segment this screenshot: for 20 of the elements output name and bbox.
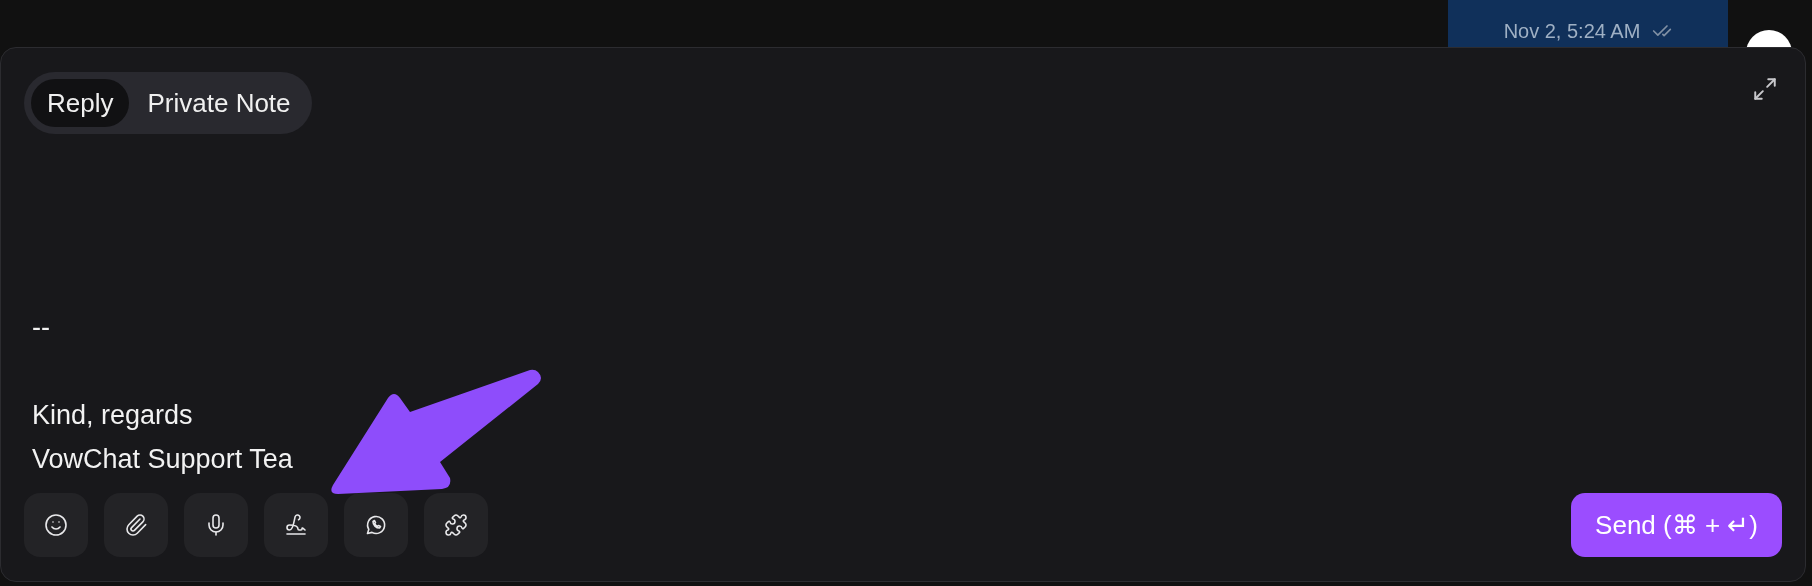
microphone-button[interactable] bbox=[184, 493, 248, 557]
whatsapp-button[interactable] bbox=[344, 493, 408, 557]
integrations-button[interactable] bbox=[424, 493, 488, 557]
signature-button[interactable] bbox=[264, 493, 328, 557]
editor-text-line: Kind, regards bbox=[31, 399, 194, 432]
editor-text-line: VowChat Support Tea bbox=[31, 443, 294, 476]
attach-button[interactable] bbox=[104, 493, 168, 557]
smile-icon bbox=[44, 513, 68, 537]
tab[interactable]: Private Note bbox=[133, 79, 305, 127]
message-time: Nov 2, 5:24 AM bbox=[1503, 19, 1641, 43]
signature-icon bbox=[284, 513, 308, 537]
paperclip-icon bbox=[124, 513, 148, 537]
editor-text-line: -- bbox=[31, 311, 51, 344]
chat-phone-icon bbox=[364, 513, 388, 537]
puzzle-icon bbox=[444, 513, 468, 537]
expand-button[interactable] bbox=[1752, 76, 1778, 102]
tab[interactable]: Reply bbox=[31, 79, 130, 127]
emoji-button[interactable] bbox=[24, 493, 88, 557]
send-button[interactable]: Send (⌘ + ↵) bbox=[1571, 493, 1782, 557]
expand-icon bbox=[1752, 76, 1778, 102]
